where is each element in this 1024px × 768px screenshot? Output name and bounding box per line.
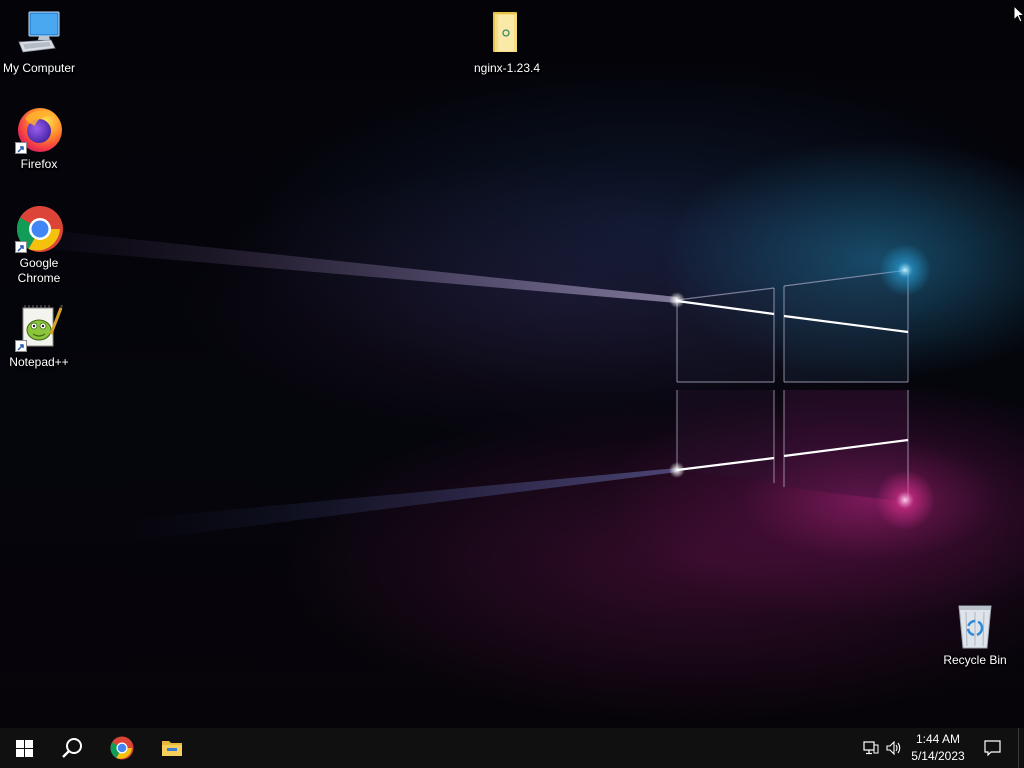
action-center-button[interactable] (978, 728, 1006, 768)
desktop-icon-label: Notepad++ (9, 355, 69, 369)
taskbar-clock[interactable]: 1:44 AM 5/14/2023 (906, 731, 970, 765)
volume-icon (886, 741, 901, 755)
shortcut-arrow-icon (15, 340, 27, 352)
clock-date: 5/14/2023 (911, 749, 965, 763)
desktop[interactable]: My Computer nginx-1.23.4 Firefox Google … (0, 0, 1024, 728)
desktop-icon-nginx-folder[interactable]: nginx-1.23.4 (468, 10, 546, 76)
file-explorer-icon (162, 741, 182, 756)
clock-time: 1:44 AM (915, 732, 961, 746)
notifications-icon (983, 740, 1001, 756)
mouse-cursor-icon (1013, 5, 1024, 23)
search-icon (62, 738, 82, 758)
folder-icon (483, 10, 531, 58)
desktop-icon-label: Google Chrome (17, 256, 61, 285)
desktop-icon-label: My Computer (2, 61, 76, 75)
desktop-icon-label: nginx-1.23.4 (473, 61, 541, 75)
chrome-icon (110, 736, 134, 760)
taskbar-chrome-button[interactable] (98, 728, 146, 768)
shortcut-arrow-icon (15, 142, 27, 154)
network-tray-button[interactable] (860, 728, 882, 768)
show-desktop-button[interactable] (1018, 728, 1024, 768)
desktop-icon-recycle-bin[interactable]: Recycle Bin (936, 602, 1014, 668)
wallpaper (0, 225, 935, 540)
desktop-icon-my-computer[interactable]: My Computer (0, 10, 78, 76)
desktop-icon-notepadpp[interactable]: Notepad++ (0, 304, 78, 370)
chrome-icon (15, 205, 63, 253)
firefox-icon (15, 106, 63, 154)
computer-icon (15, 10, 63, 58)
search-button[interactable] (48, 728, 96, 768)
taskbar: 1:44 AM 5/14/2023 (0, 728, 1024, 768)
recycle-bin-icon (951, 602, 999, 650)
taskbar-file-explorer-button[interactable] (148, 728, 196, 768)
shortcut-arrow-icon (15, 241, 27, 253)
network-icon (863, 741, 879, 755)
volume-tray-button[interactable] (883, 728, 905, 768)
notepadpp-icon (15, 304, 63, 352)
desktop-icon-google-chrome[interactable]: Google Chrome (0, 205, 78, 286)
desktop-icon-label: Recycle Bin (943, 653, 1007, 667)
windows-logo-icon (15, 739, 33, 757)
start-button[interactable] (0, 728, 48, 768)
desktop-icon-label: Firefox (20, 157, 58, 171)
desktop-icon-firefox[interactable]: Firefox (0, 106, 78, 172)
